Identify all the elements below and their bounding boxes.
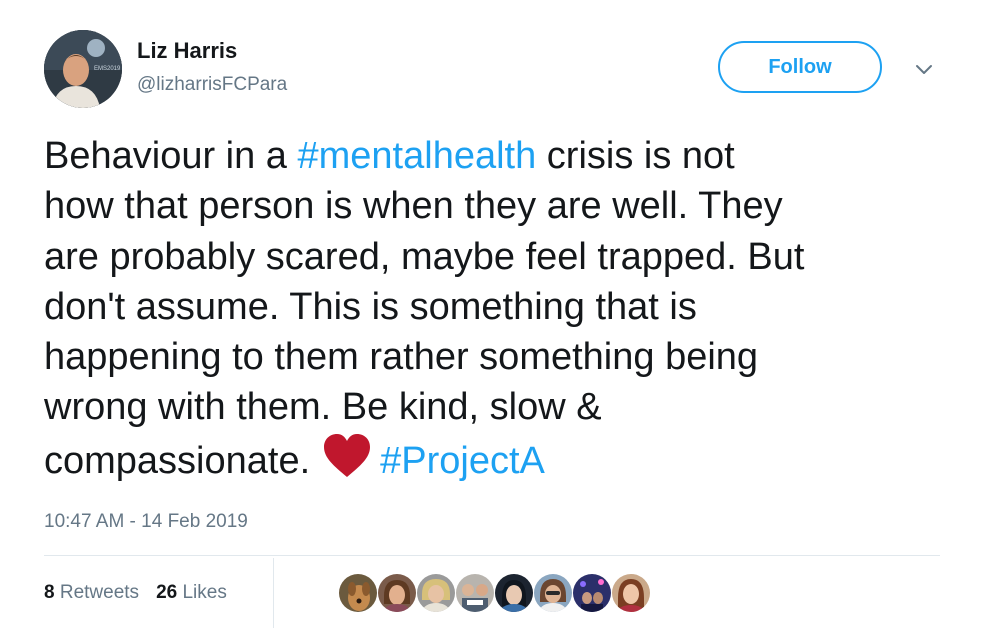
tweet-line: Behaviour in a #mentalhealth crisis is n… (44, 135, 735, 177)
tweet-text: Behaviour in a #mentalhealth crisis is n… (44, 131, 954, 486)
chevron-down-icon[interactable] (914, 60, 934, 80)
tweet-line: are probably scared, maybe feel trapped.… (44, 235, 805, 278)
tweet-stats: 8 Retweets 26 Likes (44, 582, 227, 604)
retweets-stat[interactable]: 8 Retweets (44, 582, 139, 604)
divider (44, 555, 940, 556)
likes-stat[interactable]: 26 Likes (156, 582, 227, 604)
avatar-photo: EMS2019 (44, 30, 122, 108)
retweets-count: 8 (44, 582, 55, 603)
liker-avatar[interactable] (533, 573, 573, 613)
tweet-line: don't assume. This is something that is (44, 285, 697, 328)
display-name[interactable]: Liz Harris (137, 38, 237, 64)
tweet-line: how that person is when they are well. T… (44, 185, 783, 228)
avatar[interactable]: EMS2019 (44, 30, 122, 108)
tweet-line: compassionate. #ProjectA (44, 433, 954, 486)
follow-button[interactable]: Follow (718, 41, 882, 93)
tweet-line: happening to them rather something being (44, 336, 759, 379)
liker-avatar[interactable] (611, 573, 651, 613)
tweet-line: wrong with them. Be kind, slow & (44, 386, 602, 429)
tweet-timestamp[interactable]: 10:47 AM - 14 Feb 2019 (44, 511, 248, 533)
liker-avatar[interactable] (338, 573, 378, 613)
stats-divider (273, 558, 274, 628)
liker-avatar[interactable] (572, 573, 612, 613)
retweets-label: Retweets (59, 582, 140, 603)
likes-count: 26 (156, 582, 178, 603)
liker-avatar[interactable] (494, 573, 534, 613)
liker-avatar[interactable] (416, 573, 456, 613)
user-handle[interactable]: @lizharrisFCPara (137, 74, 287, 96)
likers-avatars (338, 573, 651, 613)
liker-avatar[interactable] (377, 573, 417, 613)
hashtag-projecta[interactable]: #ProjectA (380, 440, 545, 482)
liker-avatar[interactable] (455, 573, 495, 613)
avatar-badge-text: EMS2019 (94, 66, 121, 72)
likes-label: Likes (182, 582, 227, 603)
hashtag-mentalhealth[interactable]: #mentalhealth (298, 135, 537, 177)
heart-icon (324, 433, 371, 477)
